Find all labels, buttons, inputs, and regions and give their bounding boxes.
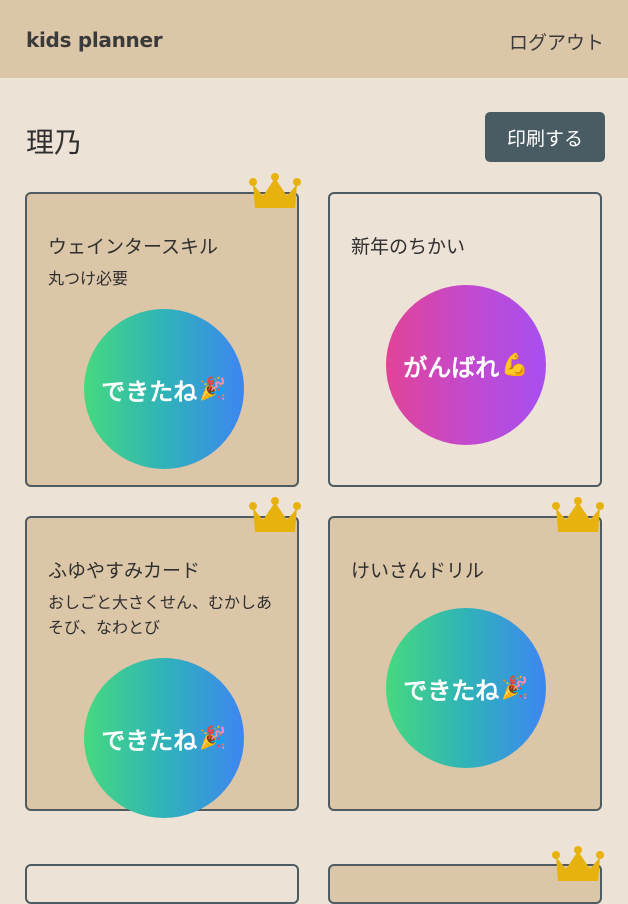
status-badge-done[interactable]: できたね 🎉 bbox=[84, 309, 244, 469]
task-title: 新年のちかい bbox=[351, 236, 466, 258]
task-card: 新年のちかい がんばれ 💪 bbox=[328, 192, 602, 487]
flexed-biceps-icon: 💪 bbox=[501, 352, 529, 378]
print-button[interactable]: 印刷する bbox=[485, 112, 605, 162]
badge-label: できたね bbox=[101, 377, 198, 406]
task-card-partial bbox=[25, 864, 299, 904]
party-popper-icon: 🎉 bbox=[501, 675, 529, 701]
badge-label: できたね bbox=[101, 726, 198, 755]
badge-label: できたね bbox=[403, 676, 500, 705]
child-name-heading: 理乃 bbox=[26, 126, 83, 159]
task-card: けいさんドリル できたね 🎉 bbox=[328, 516, 602, 811]
crown-icon bbox=[249, 173, 301, 208]
crown-icon bbox=[552, 846, 604, 881]
party-popper-icon: 🎉 bbox=[199, 725, 227, 751]
logout-link[interactable]: ログアウト bbox=[509, 28, 604, 55]
app-brand[interactable]: kids planner bbox=[26, 28, 163, 52]
task-note: おしごと大さくせん、むかしあそび、なわとび bbox=[48, 593, 273, 637]
task-title: けいさんドリル bbox=[351, 560, 485, 582]
badge-label: がんばれ bbox=[403, 353, 500, 382]
task-title: ふゆやすみカード bbox=[48, 560, 201, 582]
crown-icon bbox=[249, 497, 301, 532]
task-title: ウェインタースキル bbox=[48, 236, 219, 258]
status-badge-done[interactable]: できたね 🎉 bbox=[84, 658, 244, 818]
status-badge-done[interactable]: できたね 🎉 bbox=[386, 608, 546, 768]
task-card: ウェインタースキル 丸つけ必要 できたね 🎉 bbox=[25, 192, 299, 487]
task-note: 丸つけ必要 bbox=[48, 269, 129, 288]
crown-icon bbox=[552, 497, 604, 532]
status-badge-todo[interactable]: がんばれ 💪 bbox=[386, 285, 546, 445]
party-popper-icon: 🎉 bbox=[199, 376, 227, 402]
top-nav-bar: kids planner ログアウト bbox=[0, 0, 628, 78]
task-card: ふゆやすみカード おしごと大さくせん、むかしあそび、なわとび できたね 🎉 bbox=[25, 516, 299, 818]
